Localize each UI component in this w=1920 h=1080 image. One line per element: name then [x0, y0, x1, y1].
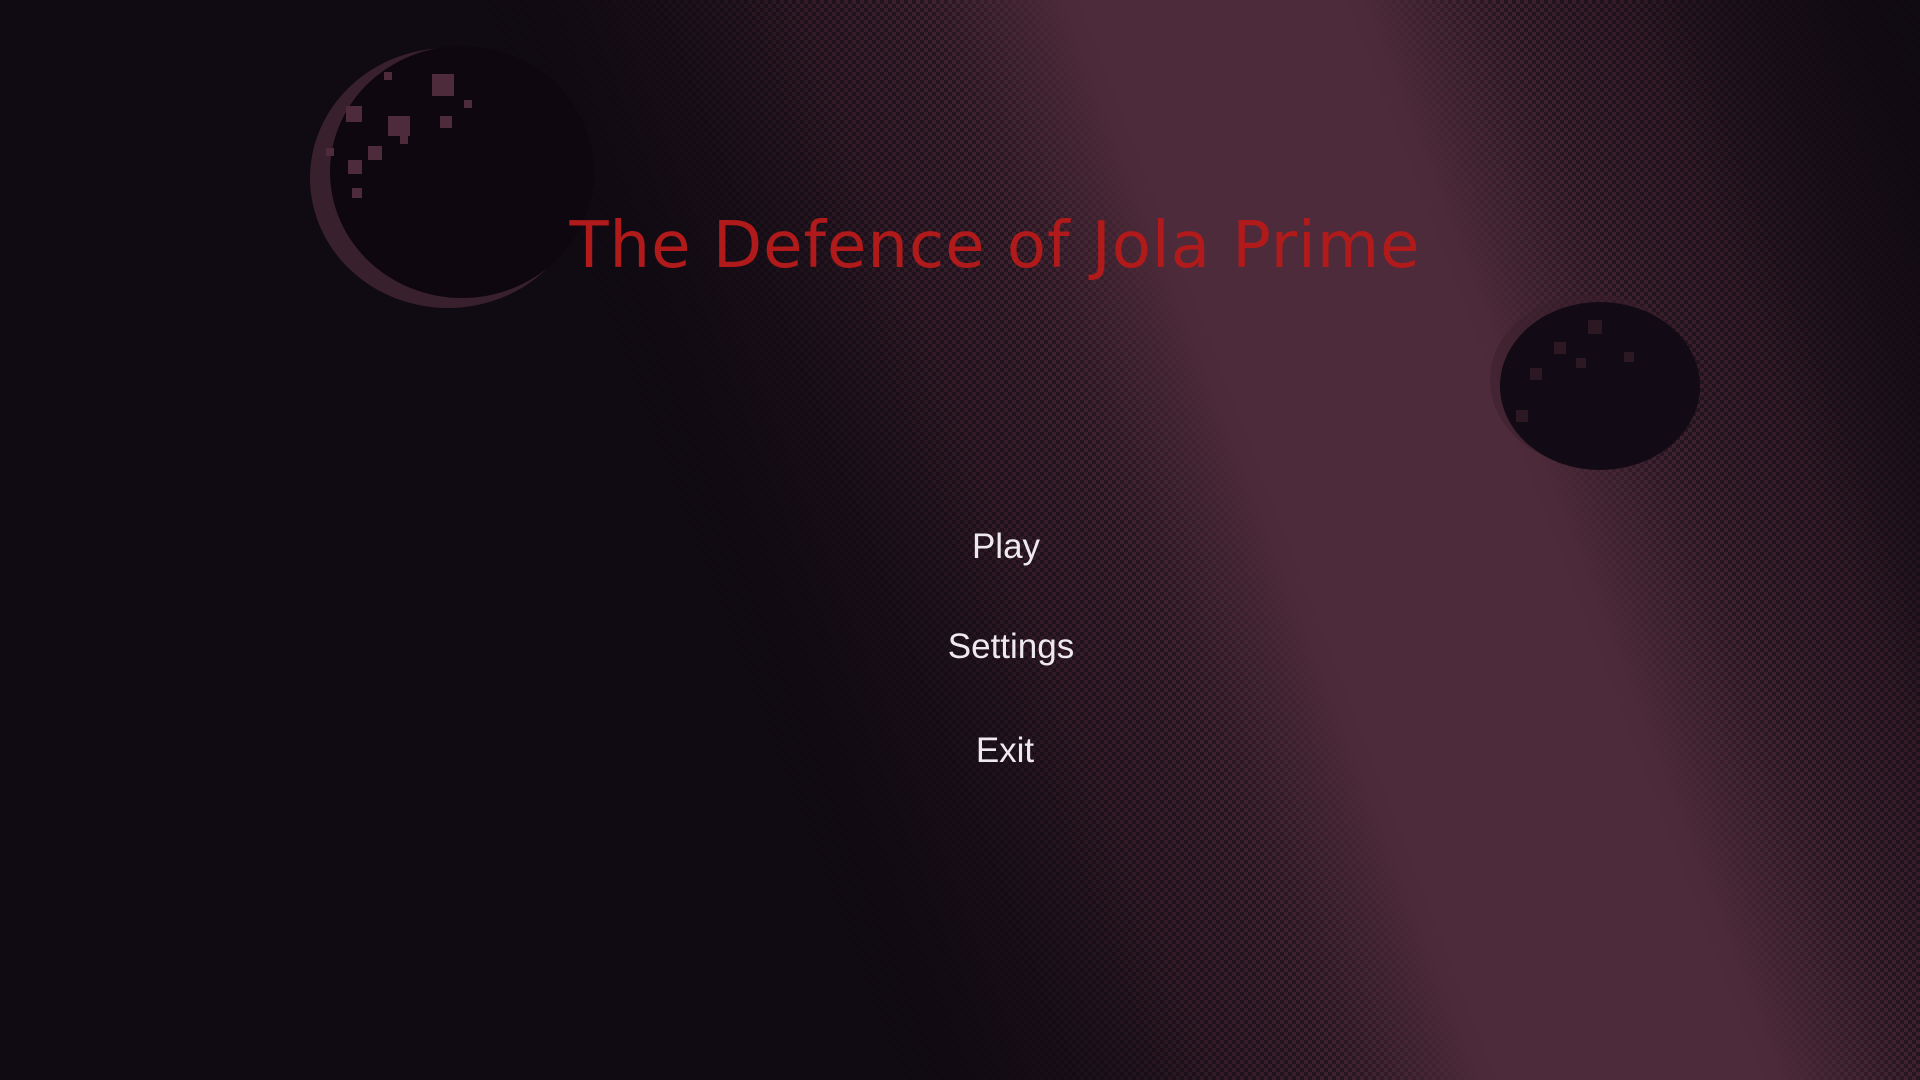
- play-button[interactable]: Play: [0, 522, 1920, 572]
- exit-button[interactable]: Exit: [0, 726, 1920, 776]
- game-title: The Defence of Jola Prime: [569, 209, 1421, 283]
- main-menu-screen: The Defence of Jola Prime Play Settings …: [0, 0, 1920, 1080]
- settings-button[interactable]: Settings: [0, 622, 1920, 672]
- play-button-label: Play: [971, 527, 1041, 566]
- exit-button-label: Exit: [975, 731, 1035, 770]
- settings-button-label: Settings: [947, 627, 1075, 666]
